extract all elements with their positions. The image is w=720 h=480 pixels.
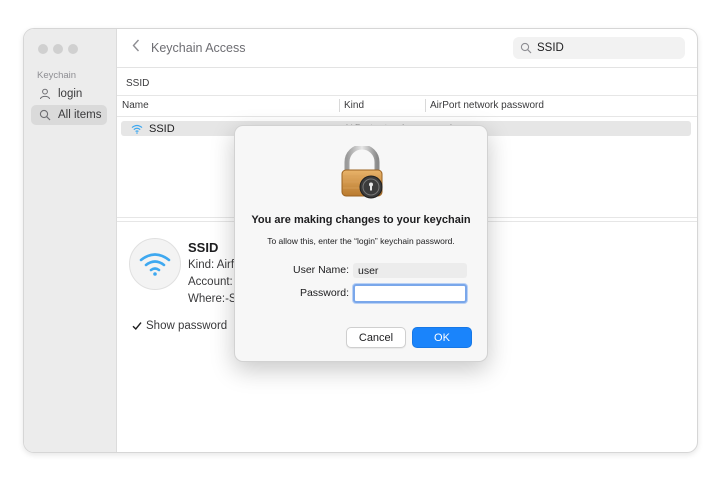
detail-wifi-icon (129, 238, 181, 290)
magnifying-glass-icon (37, 109, 53, 121)
list-section-label: SSID (126, 78, 150, 89)
password-field[interactable] (353, 284, 467, 303)
search-icon (520, 42, 532, 54)
toolbar: Keychain Access (117, 29, 697, 68)
minimize-window-button[interactable] (53, 44, 63, 54)
username-field[interactable] (353, 263, 467, 278)
dialog-message: To allow this, enter the “login” keychai… (267, 236, 455, 246)
checkmark-icon (131, 321, 142, 332)
column-airport-password[interactable]: AirPort network password (430, 100, 544, 111)
sidebar-section-title: Keychain (37, 70, 77, 81)
cancel-button[interactable]: Cancel (346, 327, 406, 348)
sidebar-item-label: login (58, 88, 83, 100)
row-name: SSID (149, 122, 175, 135)
padlock-icon (337, 144, 387, 202)
detail-title: SSID (188, 240, 219, 255)
password-dialog: You are making changes to your keychain … (234, 125, 488, 362)
sidebar-item-label: All items (58, 109, 102, 121)
password-label: Password: (299, 287, 349, 299)
zoom-window-button[interactable] (68, 44, 78, 54)
back-button[interactable] (129, 39, 143, 57)
column-separator[interactable] (339, 99, 340, 112)
column-kind[interactable]: Kind (344, 100, 364, 111)
search-input[interactable] (537, 42, 667, 54)
ok-button[interactable]: OK (412, 327, 472, 348)
column-separator[interactable] (425, 99, 426, 112)
person-icon (37, 88, 53, 100)
column-header: Name Kind AirPort network password (117, 95, 697, 117)
close-window-button[interactable] (38, 44, 48, 54)
username-label: User Name: (292, 264, 349, 276)
show-password-label: Show password (146, 320, 228, 332)
show-password-checkbox[interactable]: Show password (131, 320, 227, 332)
chevron-left-icon (132, 39, 140, 57)
detail-where: Where:-S (188, 293, 237, 305)
sidebar-item-login[interactable]: login (31, 84, 107, 104)
dialog-title: You are making changes to your keychain (251, 214, 471, 226)
window-title: Keychain Access (151, 41, 246, 55)
detail-kind: Kind: Airf (188, 259, 235, 271)
search-field[interactable] (513, 37, 685, 59)
sidebar-item-all-items[interactable]: All items (31, 105, 107, 125)
column-name[interactable]: Name (122, 100, 149, 111)
detail-account: Account: (188, 276, 233, 288)
sidebar: Keychain login All items (24, 29, 117, 452)
wifi-icon (131, 124, 143, 134)
